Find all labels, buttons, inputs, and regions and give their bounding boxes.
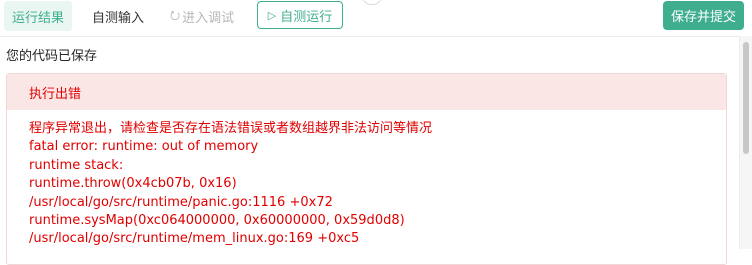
error-line: /usr/local/go/src/runtime/mem_linux.go:1… xyxy=(29,231,360,247)
error-line: runtime stack: xyxy=(29,157,124,173)
lock-icon: ⭮ xyxy=(170,7,181,22)
scrollbar-thumb[interactable] xyxy=(743,42,749,154)
error-line: runtime.throw(0x4cb07b, 0x16) xyxy=(29,176,237,192)
toolbar: 运行结果 自测输入 ⭮ 进入调试 ▷ 自测运行 保存并提交 xyxy=(0,0,752,37)
error-output: 程序异常退出，请检查是否存在语法错误或者数组越界非法访问等情况 fatal err… xyxy=(7,110,726,249)
tab-debug-label: 进入调试 xyxy=(182,10,235,26)
tab-debug[interactable]: ⭮ 进入调试 xyxy=(166,1,238,31)
error-line: fatal error: runtime: out of memory xyxy=(29,139,259,155)
tab-run-result[interactable]: 运行结果 xyxy=(4,1,72,31)
selftest-run-label: 自测运行 xyxy=(280,9,333,25)
error-title: 执行出错 xyxy=(29,86,82,102)
play-icon: ▷ xyxy=(267,8,277,22)
error-header: 执行出错 xyxy=(7,74,726,110)
saved-status: 您的代码已保存 xyxy=(6,49,98,64)
tab-run-result-label: 运行结果 xyxy=(11,10,64,26)
save-submit-label: 保存并提交 xyxy=(670,10,736,25)
tab-custom-input[interactable]: 自测输入 xyxy=(84,1,152,31)
save-submit-button[interactable]: 保存并提交 xyxy=(663,1,744,30)
error-line: 程序异常退出，请检查是否存在语法错误或者数组越界非法访问等情况 xyxy=(29,121,433,136)
error-line: /usr/local/go/src/runtime/panic.go:1116 … xyxy=(29,194,333,210)
error-panel: 执行出错 程序异常退出，请检查是否存在语法错误或者数组越界非法访问等情况 fata… xyxy=(6,73,727,265)
vertical-scrollbar[interactable] xyxy=(739,36,752,249)
collapse-handle[interactable] xyxy=(362,0,382,5)
tab-custom-input-label: 自测输入 xyxy=(92,10,145,26)
selftest-run-button[interactable]: ▷ 自测运行 xyxy=(257,1,343,29)
error-line: runtime.sysMap(0xc064000000, 0x60000000,… xyxy=(29,213,405,229)
